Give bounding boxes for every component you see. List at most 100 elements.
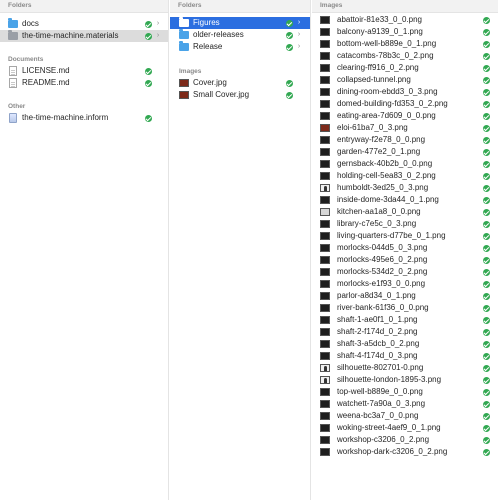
image-thumbnail-icon [320,316,330,324]
image-thumbnail-icon [320,412,330,420]
image-label: shaft-4-f174d_0_3.png [337,351,418,360]
image-row[interactable]: balcony-a9139_0_1.png [312,26,498,38]
image-row[interactable]: workshop-c3206_0_2.png [312,434,498,446]
document-label: LICENSE.md [22,66,70,75]
folder-label: docs [22,19,39,28]
image-label: entryway-f2e78_0_0.png [337,135,426,144]
image-row[interactable]: silhouette-802701-0.png [312,362,498,374]
folder-row-older-releases[interactable]: older-releases › [170,29,310,41]
document-icon [9,78,17,88]
image-row[interactable]: morlocks-e1f93_0_0.png [312,278,498,290]
image-label: Cover.jpg [193,78,227,87]
sync-check-icon [483,88,490,96]
folder-icon [179,41,189,51]
image-label: abattoir-81e33_0_0.png [337,15,422,24]
document-row-readme[interactable]: README.md [0,77,168,89]
folders-section-title: Folders [8,2,32,9]
image-row-cover[interactable]: Cover.jpg [170,77,310,89]
image-row[interactable]: dining-room-ebdd3_0_3.png [312,86,498,98]
image-row[interactable]: living-quarters-d77be_0_1.png [312,230,498,242]
image-row[interactable]: domed-building-fd353_0_2.png [312,98,498,110]
sync-check-icon [483,52,490,60]
image-label: woking-street-4aef9_0_1.png [337,423,441,432]
image-row[interactable]: silhouette-london-1895-3.png [312,374,498,386]
image-row[interactable]: clearing-ff916_0_2.png [312,62,498,74]
image-row[interactable]: garden-477e2_0_1.png [312,146,498,158]
image-row[interactable]: eloi-61ba7_0_3.png [312,122,498,134]
image-row[interactable]: shaft-4-f174d_0_3.png [312,350,498,362]
image-label: inside-dome-3da44_0_1.png [337,195,439,204]
folder-label: the-time-machine.materials [22,31,119,40]
other-row-inform-project[interactable]: the-time-machine.inform [0,112,168,124]
image-row[interactable]: weena-bc3a7_0_0.png [312,410,498,422]
image-row[interactable]: collapsed-tunnel.png [312,74,498,86]
image-row[interactable]: entryway-f2e78_0_0.png [312,134,498,146]
image-thumbnail-icon [320,232,330,240]
image-row[interactable]: workshop-dark-c3206_0_2.png [312,446,498,458]
image-label: shaft-1-ae0f1_0_1.png [337,315,418,324]
image-label: living-quarters-d77be_0_1.png [337,231,446,240]
sync-check-icon [483,76,490,84]
image-row-small-cover[interactable]: Small Cover.jpg [170,89,310,101]
image-thumbnail-icon [320,256,330,264]
chevron-right-icon: › [297,31,301,38]
image-thumbnail-icon [320,328,330,336]
figures-column: Images abattoir-81e33_0_0.png balcony-a91… [312,0,498,500]
image-thumbnail-icon [320,40,330,48]
folder-icon [8,30,18,40]
image-thumbnail-icon [320,268,330,276]
image-label: weena-bc3a7_0_0.png [337,411,419,420]
image-label: morlocks-e1f93_0_0.png [337,279,426,288]
image-label: humboldt-3ed25_0_3.png [337,183,429,192]
folder-row-the-time-machine-materials[interactable]: the-time-machine.materials › [0,30,168,42]
image-row[interactable]: river-bank-61f36_0_0.png [312,302,498,314]
image-row[interactable]: abattoir-81e33_0_0.png [312,14,498,26]
sync-check-icon [483,160,490,168]
document-label: README.md [22,78,70,87]
image-thumbnail-icon [320,340,330,348]
image-row[interactable]: watchett-7a90a_0_3.png [312,398,498,410]
image-row[interactable]: morlocks-534d2_0_2.png [312,266,498,278]
sync-check-icon [483,220,490,228]
sync-check-icon [483,376,490,384]
image-row[interactable]: inside-dome-3da44_0_1.png [312,194,498,206]
image-row[interactable]: library-c7e5c_0_3.png [312,218,498,230]
sync-check-icon [483,112,490,120]
folder-row-release[interactable]: Release › [170,41,310,53]
image-row[interactable]: bottom-well-b889e_0_1.png [312,38,498,50]
sync-check-icon [483,100,490,108]
folder-row-docs[interactable]: docs › [0,18,168,30]
image-thumbnail-icon [320,436,330,444]
sync-check-icon [483,424,490,432]
image-label: morlocks-044d5_0_3.png [337,243,428,252]
image-row[interactable]: top-well-b889e_0_0.png [312,386,498,398]
image-row[interactable]: shaft-2-f174d_0_2.png [312,326,498,338]
sync-check-icon [483,124,490,132]
image-thumbnail-icon [320,196,330,204]
sync-check-icon [483,28,490,36]
image-row[interactable]: woking-street-4aef9_0_1.png [312,422,498,434]
image-row[interactable]: shaft-3-a5dcb_0_2.png [312,338,498,350]
sync-check-icon [483,256,490,264]
image-row[interactable]: morlocks-044d5_0_3.png [312,242,498,254]
image-row[interactable]: gernsback-40b2b_0_0.png [312,158,498,170]
image-label: watchett-7a90a_0_3.png [337,399,426,408]
image-row[interactable]: parlor-a8d34_0_1.png [312,290,498,302]
sync-check-icon [483,388,490,396]
document-row-license[interactable]: LICENSE.md [0,65,168,77]
image-thumbnail-icon [320,160,330,168]
folder-label: Figures [193,18,220,27]
image-label: catacombs-78b3c_0_2.png [337,51,434,60]
sync-check-icon [483,292,490,300]
image-row[interactable]: eating-area-7d609_0_0.png [312,110,498,122]
image-row[interactable]: humboldt-3ed25_0_3.png [312,182,498,194]
folder-row-figures[interactable]: Figures › [170,17,310,29]
image-label: eloi-61ba7_0_3.png [337,123,408,132]
image-row[interactable]: kitchen-aa1a8_0_0.png [312,206,498,218]
image-row[interactable]: holding-cell-5ea83_0_2.png [312,170,498,182]
image-row[interactable]: morlocks-495e6_0_2.png [312,254,498,266]
sync-check-icon [483,352,490,360]
image-label: silhouette-london-1895-3.png [337,375,442,384]
image-row[interactable]: catacombs-78b3c_0_2.png [312,50,498,62]
image-row[interactable]: shaft-1-ae0f1_0_1.png [312,314,498,326]
